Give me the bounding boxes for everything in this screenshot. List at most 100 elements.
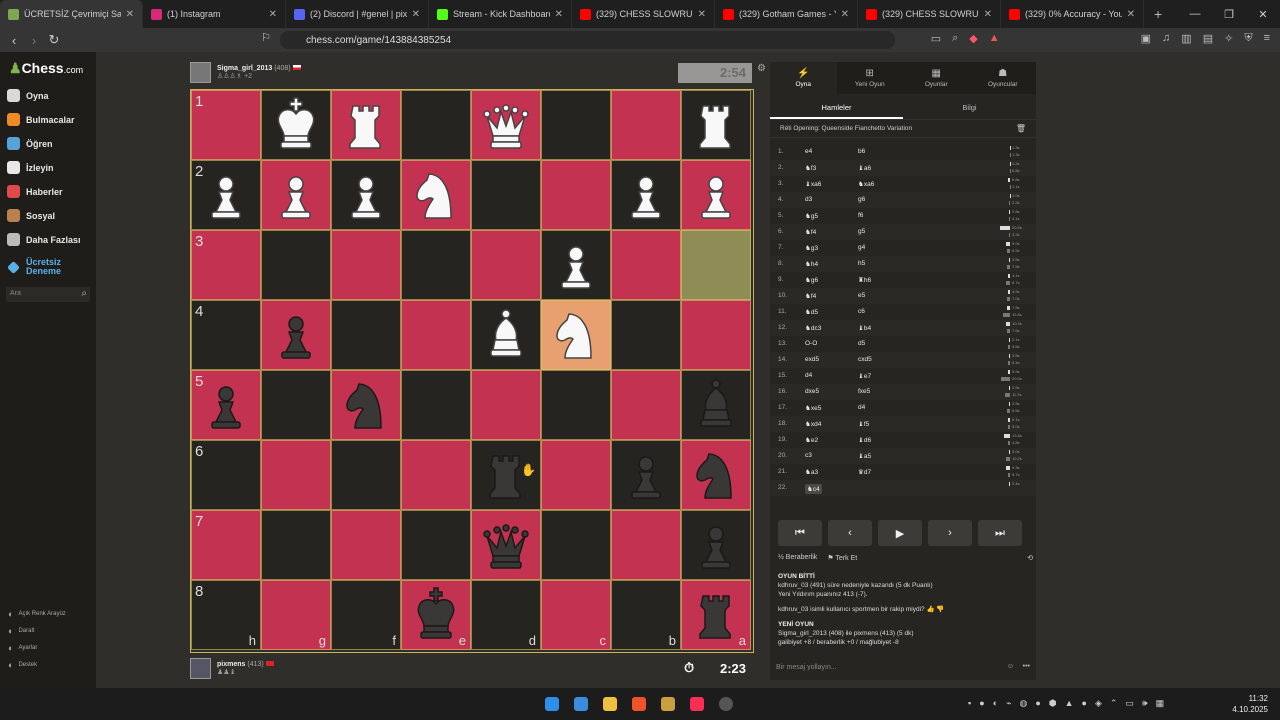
- white-move[interactable]: exd5: [805, 356, 819, 363]
- start-icon[interactable]: [545, 697, 559, 711]
- white-move[interactable]: ♞c4: [805, 484, 822, 494]
- close-tab-icon[interactable]: ✕: [698, 9, 706, 20]
- black-move[interactable]: fxe5: [858, 388, 870, 395]
- board-square[interactable]: [261, 230, 331, 300]
- sidebar-item-2[interactable]: Öğren: [7, 137, 53, 150]
- white-move[interactable]: e4: [805, 148, 812, 155]
- draw-button[interactable]: ½ Beraberlik: [778, 554, 817, 562]
- black-move[interactable]: ♝a6: [858, 164, 871, 172]
- wallet-icon[interactable]: ▤: [1203, 32, 1213, 45]
- black-knight-icon[interactable]: [681, 440, 751, 510]
- white-move[interactable]: ♞dc3: [805, 324, 821, 332]
- white-move[interactable]: ♞h4: [805, 260, 818, 268]
- sidebar-bottom-item[interactable]: ◐ Açık Renk Arayüz: [8, 609, 66, 619]
- sidebar-item-3[interactable]: İzleyin: [7, 161, 54, 174]
- subtab-info[interactable]: Bilgi: [903, 94, 1036, 119]
- board-square[interactable]: c: [541, 580, 611, 650]
- last-move-button[interactable]: ⏭: [978, 520, 1022, 546]
- black-move[interactable]: d5: [858, 340, 865, 347]
- black-move[interactable]: b6: [858, 148, 865, 155]
- browser-tab[interactable]: (329) 0% Accuracy - YouTube ✕: [1001, 0, 1144, 28]
- brave-shield-icon[interactable]: ◆: [969, 32, 977, 45]
- clock-tray[interactable]: 11:32 4.10.2025: [1232, 693, 1268, 715]
- play-button[interactable]: ▶: [878, 520, 922, 546]
- minimize-icon[interactable]: —: [1178, 0, 1212, 28]
- sidebar-item-4[interactable]: Haberler: [7, 185, 63, 198]
- black-move[interactable]: h5: [858, 260, 865, 267]
- board-square[interactable]: [401, 370, 471, 440]
- black-queen-icon[interactable]: [471, 510, 541, 580]
- close-tab-icon[interactable]: ✕: [1127, 9, 1135, 20]
- white-pawn-icon[interactable]: [681, 160, 751, 230]
- board-square[interactable]: [471, 370, 541, 440]
- settings-gear-icon[interactable]: ⚙: [757, 63, 766, 74]
- reader-icon[interactable]: ▥: [1181, 32, 1191, 45]
- board-square[interactable]: [611, 300, 681, 370]
- white-queen-icon[interactable]: [471, 90, 541, 160]
- prev-move-button[interactable]: ‹: [828, 520, 872, 546]
- white-move[interactable]: ♞xd4: [805, 420, 821, 428]
- tab-players[interactable]: ☗ Oyuncular: [970, 62, 1037, 94]
- black-move[interactable]: ♝b4: [858, 324, 871, 332]
- bookmark-icon[interactable]: ⚐: [256, 31, 276, 44]
- free-trial-link[interactable]: Ücretsiz Deneme: [7, 258, 66, 276]
- first-move-button[interactable]: ⏮: [778, 520, 822, 546]
- board-square[interactable]: [401, 510, 471, 580]
- board-square[interactable]: [471, 160, 541, 230]
- black-pawn-icon[interactable]: [191, 370, 261, 440]
- clock-app-icon[interactable]: [719, 697, 733, 711]
- tray-icons[interactable]: ▪●◐⌁◍●⬢▲●◈⌃▭🕪▦: [968, 698, 1172, 709]
- more-icon[interactable]: •••: [1023, 663, 1030, 670]
- white-move[interactable]: ♞d5: [805, 308, 818, 316]
- white-pawn-icon[interactable]: [261, 160, 331, 230]
- white-move[interactable]: dxe5: [805, 388, 819, 395]
- black-move[interactable]: d4: [858, 404, 865, 411]
- flip-board-icon[interactable]: ⟲: [1027, 554, 1033, 562]
- browser-tab[interactable]: (329) Gotham Games - YouTube ✕: [715, 0, 858, 28]
- white-move[interactable]: ♞f4: [805, 228, 816, 236]
- board-square[interactable]: [261, 510, 331, 580]
- trash-icon[interactable]: 🗑: [1016, 124, 1026, 133]
- board-square[interactable]: [681, 230, 751, 300]
- white-move[interactable]: ♞f4: [805, 292, 816, 300]
- board-square[interactable]: 6: [191, 440, 261, 510]
- sidebar-bottom-item[interactable]: ◐ Ayarlar: [8, 643, 37, 653]
- white-pawn-icon[interactable]: [331, 160, 401, 230]
- board-square[interactable]: [331, 440, 401, 510]
- black-move[interactable]: e5: [858, 292, 865, 299]
- black-pawn-icon[interactable]: [261, 300, 331, 370]
- board-square[interactable]: [331, 510, 401, 580]
- board-square[interactable]: [331, 300, 401, 370]
- browser-tab[interactable]: (1) Instagram ✕: [143, 0, 286, 28]
- close-tab-icon[interactable]: ✕: [269, 9, 277, 20]
- close-tab-icon[interactable]: ✕: [555, 9, 563, 20]
- sidebar-item-1[interactable]: Bulmacalar: [7, 113, 75, 126]
- new-tab-icon[interactable]: +: [1144, 6, 1172, 22]
- white-move[interactable]: ♞g5: [805, 212, 818, 220]
- tab-new-game[interactable]: ⊞ Yeni Oyun: [837, 62, 904, 94]
- white-king-icon[interactable]: [261, 90, 331, 160]
- black-move[interactable]: f6: [858, 212, 863, 219]
- white-move[interactable]: ♞f3: [805, 164, 816, 172]
- avatar[interactable]: [190, 658, 211, 679]
- bottom-player-name[interactable]: pixmens: [217, 661, 245, 668]
- black-move[interactable]: ♛d7: [858, 468, 871, 476]
- chess-app-icon[interactable]: [661, 697, 675, 711]
- board-square[interactable]: [611, 230, 681, 300]
- close-tab-icon[interactable]: ✕: [412, 9, 420, 20]
- black-king-icon[interactable]: [401, 580, 471, 650]
- browser-tab[interactable]: (329) CHESS SLOWRUN (Bonus ✕: [858, 0, 1001, 28]
- board-square[interactable]: [401, 440, 471, 510]
- white-pawn-icon[interactable]: [191, 160, 261, 230]
- black-move[interactable]: cxd5: [858, 356, 872, 363]
- board-square[interactable]: [331, 230, 401, 300]
- browser-tab[interactable]: (329) CHESS SLOWRUN EPISOD ✕: [572, 0, 715, 28]
- white-knight-icon[interactable]: [541, 300, 611, 370]
- close-tab-icon[interactable]: ✕: [841, 9, 849, 20]
- tab-play[interactable]: ⚡ Oyna: [770, 62, 837, 94]
- close-tab-icon[interactable]: ✕: [126, 9, 134, 20]
- board-square[interactable]: f: [331, 580, 401, 650]
- board-square[interactable]: 3: [191, 230, 261, 300]
- sidebar-bottom-item[interactable]: ◐ Destek: [8, 660, 37, 670]
- board-square[interactable]: [541, 160, 611, 230]
